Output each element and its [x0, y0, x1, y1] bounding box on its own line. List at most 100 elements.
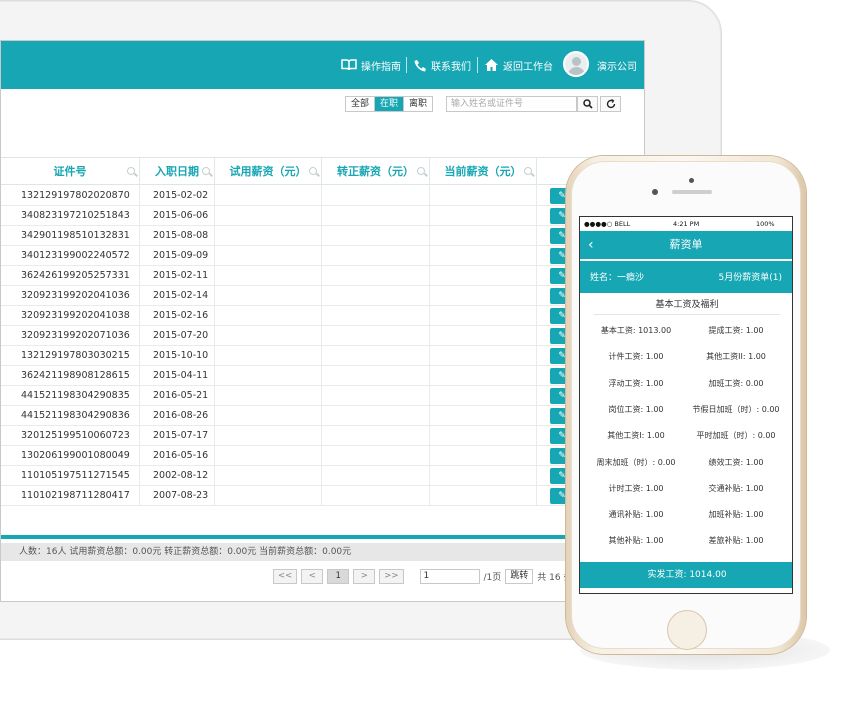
col-regular-salary[interactable]: 转正薪资（元）: [322, 158, 430, 186]
contact-link[interactable]: 联系我们: [414, 41, 471, 89]
current-salary-cell: [430, 226, 537, 246]
table-row: 1101021987112804172007-08-23✎ 修改i详: [1, 486, 644, 506]
table-row: 4415211983042908352016-05-21✎ 修改i详: [1, 386, 644, 406]
table-row: 3624261992052573312015-02-11✎ 修改i详: [1, 266, 644, 286]
edit-icon: ✎: [558, 271, 566, 281]
current-salary-cell: [430, 286, 537, 306]
trial-salary-cell: [215, 426, 322, 446]
avatar[interactable]: [563, 51, 589, 77]
col-current-salary[interactable]: 当前薪资（元）: [430, 158, 537, 186]
page-number-input[interactable]: 1: [419, 569, 480, 584]
table-row: 3209231992020710362015-07-20✎ 修改i详: [1, 326, 644, 346]
refresh-button[interactable]: [600, 96, 621, 112]
payslip-item: 计时工资: 1.00: [608, 483, 664, 493]
table-row: 3201251995100607232015-07-17✎ 修改i详: [1, 426, 644, 446]
id-number-cell: 340823197210251843: [1, 206, 140, 226]
trial-salary-cell: [215, 446, 322, 466]
jump-button[interactable]: 跳转: [505, 569, 534, 584]
search-icon[interactable]: [202, 167, 210, 175]
id-number-cell: 320923199202041036: [1, 286, 140, 306]
search-icon[interactable]: [309, 167, 317, 175]
phone-title: 薪资单: [669, 238, 703, 251]
current-salary-cell: [430, 446, 537, 466]
current-salary-cell: [430, 406, 537, 426]
filter-left[interactable]: 离职: [404, 97, 433, 111]
current-salary-cell: [430, 426, 537, 446]
regular-salary-cell: [322, 326, 430, 346]
last-page-button[interactable]: >>: [379, 569, 404, 584]
join-date-cell: 2015-02-11: [140, 266, 215, 286]
id-number-cell: 132129197803030215: [1, 346, 140, 366]
payslip-item: 其他工资II: 1.00: [706, 352, 766, 362]
trial-salary-cell: [215, 206, 322, 226]
col-id-number[interactable]: 证件号: [1, 158, 140, 186]
regular-salary-cell: [322, 286, 430, 306]
search-icon[interactable]: [417, 167, 425, 175]
edit-icon: ✎: [558, 231, 566, 241]
home-button[interactable]: [667, 610, 707, 650]
prev-page-button[interactable]: <: [301, 569, 324, 584]
id-number-cell: 340123199002240572: [1, 246, 140, 266]
trial-salary-cell: [215, 386, 322, 406]
current-salary-cell: [430, 486, 537, 506]
carrier: ●●●●○ BELL: [584, 220, 631, 228]
home-icon: [485, 59, 498, 71]
id-number-cell: 110105197511271545: [1, 466, 140, 486]
regular-salary-cell: [322, 486, 430, 506]
payslip-item: 绩效工资: 1.00: [708, 457, 764, 467]
current-salary-cell: [430, 306, 537, 326]
back-chevron-icon[interactable]: ‹: [588, 231, 594, 259]
back-workbench-link[interactable]: 返回工作台: [484, 41, 553, 89]
search-icon[interactable]: [127, 167, 135, 175]
first-page-button[interactable]: <<: [273, 569, 298, 584]
section-title: 基本工资及福利: [594, 295, 780, 315]
search-icon[interactable]: [524, 167, 532, 175]
page-1-button[interactable]: 1: [327, 569, 350, 584]
regular-salary-cell: [322, 306, 430, 326]
join-date-cell: 2015-10-10: [140, 346, 215, 366]
trial-salary-cell: [215, 366, 322, 386]
stage: 操作指南 联系我们 返回工作台 演示公司 全部 在职 离职 输入姓名或证件号 证…: [0, 0, 845, 703]
payslip-item: 交通补贴: 1.00: [708, 483, 764, 493]
regular-salary-cell: [322, 366, 430, 386]
join-date-cell: 2015-02-02: [140, 186, 215, 206]
id-number-cell: 342901198510132831: [1, 226, 140, 246]
filter-active[interactable]: 在职: [375, 97, 405, 111]
top-bar: 操作指南 联系我们 返回工作台 演示公司: [1, 41, 644, 89]
trial-salary-cell: [215, 286, 322, 306]
edit-icon: ✎: [558, 491, 566, 501]
back-workbench-label: 返回工作台: [503, 61, 553, 73]
current-salary-cell: [430, 386, 537, 406]
payslip-item: 平时加班（时）: 0.00: [696, 431, 776, 441]
current-salary-cell: [430, 366, 537, 386]
join-date-cell: 2015-02-14: [140, 286, 215, 306]
book-icon: [341, 59, 357, 71]
contact-label: 联系我们: [431, 61, 471, 73]
search-input[interactable]: 输入姓名或证件号: [446, 96, 577, 112]
table-row: 3408231972102518432015-06-06✎ 修改i详: [1, 206, 644, 226]
id-number-cell: 362421198908128615: [1, 366, 140, 386]
regular-salary-cell: [322, 426, 430, 446]
clock: 4:21 PM: [673, 220, 700, 228]
table-row: 3624211989081286152015-04-11✎ 修改i详: [1, 366, 644, 386]
table-row: 4415211983042908362016-08-26✎ 修改i详: [1, 406, 644, 426]
guide-link[interactable]: 操作指南: [341, 41, 401, 89]
id-number-cell: 320923199202071036: [1, 326, 140, 346]
payslip-item: 计件工资: 1.00: [608, 352, 664, 362]
col-trial-salary[interactable]: 试用薪资（元）: [215, 158, 322, 186]
payslip-item: 差旅补贴: 1.00: [708, 536, 764, 546]
filter-all[interactable]: 全部: [346, 97, 376, 111]
current-salary-cell: [430, 246, 537, 266]
trial-salary-cell: [215, 346, 322, 366]
divider: [477, 57, 478, 73]
payslip-item: 加班工资: 0.00: [708, 378, 764, 388]
search-button[interactable]: [577, 96, 598, 112]
summary-divider: [1, 535, 644, 539]
join-date-cell: 2015-08-08: [140, 226, 215, 246]
edit-icon: ✎: [558, 291, 566, 301]
battery-level: 100%: [756, 220, 775, 228]
col-join-date[interactable]: 入职日期: [140, 158, 215, 186]
trial-salary-cell: [215, 226, 322, 246]
edit-icon: ✎: [558, 411, 566, 421]
next-page-button[interactable]: >: [353, 569, 376, 584]
